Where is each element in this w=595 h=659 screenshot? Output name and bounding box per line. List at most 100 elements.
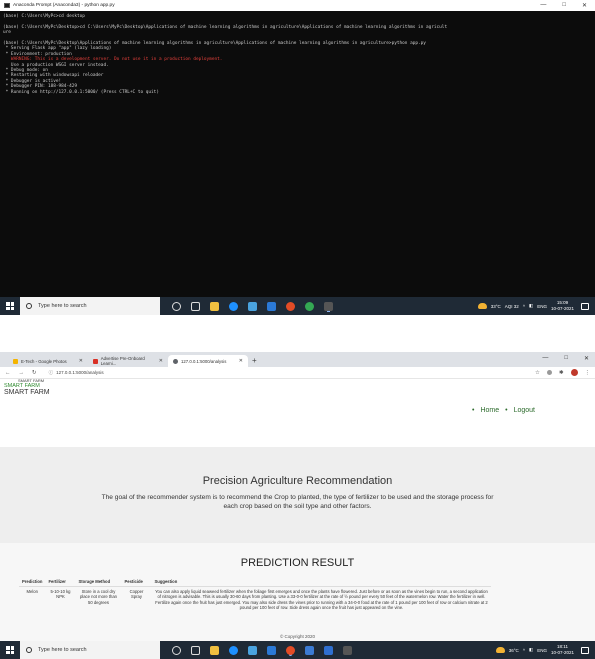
header-fertilizer: Fertilizer	[45, 577, 76, 587]
back-arrow-icon[interactable]: ←	[5, 370, 11, 376]
close-icon[interactable]: ✕	[159, 358, 163, 364]
cell-prediction: Melon	[26, 589, 38, 594]
cortana-icon[interactable]	[172, 301, 181, 311]
cell-pesticide: Copper Spray	[129, 589, 144, 600]
close-icon[interactable]: ✕	[79, 358, 83, 364]
search-placeholder: Type here to search	[38, 303, 87, 309]
clock[interactable]: 18:11 10-07-2021	[551, 644, 574, 656]
photos-icon[interactable]	[305, 645, 314, 655]
notification-icon[interactable]	[581, 646, 589, 654]
gmail-favicon-icon	[93, 358, 98, 364]
profile-avatar[interactable]	[570, 369, 578, 376]
clock-date: 10-07-2021	[550, 650, 574, 655]
header-pesticide: Pesticide	[121, 577, 152, 587]
taskbar-search[interactable]: Type here to search	[20, 297, 160, 315]
notification-icon[interactable]	[581, 302, 589, 310]
photos-favicon-icon	[13, 358, 18, 364]
browser-toolbar: ← → ↻ ⓘ 127.0.0.1:5000/analysis ☆ ✱ ⋮	[0, 367, 595, 379]
weather-temp: 36°C	[508, 647, 519, 653]
table-row: Melon 5-10-10 kg NPK Store in a cool dry…	[19, 587, 491, 613]
edge-icon[interactable]	[229, 645, 238, 655]
tab-label: Advertise Pre-Onboard Learni...	[100, 356, 145, 366]
address-bar[interactable]: ⓘ 127.0.0.1:5000/analysis	[45, 368, 527, 377]
maximize-button[interactable]: □	[564, 355, 568, 362]
site-header: SMART FARM SMART FARM SMART FARM • Home …	[0, 379, 595, 447]
info-icon[interactable]: ⓘ	[49, 370, 54, 376]
menu-kebab-icon[interactable]: ⋮	[585, 370, 591, 376]
hero-title: Precision Agriculture Recommendation	[202, 475, 393, 487]
address-text: 127.0.0.1:5000/analysis	[56, 370, 104, 375]
nav-home-link[interactable]: Home	[480, 407, 499, 414]
tab-label: 127.0.0.1:5000/analysis	[181, 358, 227, 364]
chrome-window: E-Tech - Google Photos ✕ Advertise Pre-O…	[0, 352, 595, 641]
windows-icon	[6, 646, 14, 654]
start-button[interactable]	[0, 297, 20, 315]
edge-icon[interactable]	[229, 301, 238, 311]
cell-fertilizer: 5-10-10 kg NPK	[50, 589, 71, 600]
minimize-button[interactable]: —	[542, 355, 548, 362]
terminal-icon	[4, 3, 10, 8]
header-suggestion: Suggestion	[151, 577, 492, 587]
mail-icon[interactable]	[267, 301, 276, 311]
close-button[interactable]: ✕	[584, 355, 589, 362]
lang-indicator[interactable]: ENG	[537, 648, 547, 653]
terminal-taskbar-icon[interactable]	[324, 301, 333, 311]
store-icon[interactable]	[248, 645, 257, 655]
lang-indicator[interactable]: ENG	[537, 304, 547, 309]
tab-analysis[interactable]: 127.0.0.1:5000/analysis ✕	[168, 355, 248, 367]
clock[interactable]: 15:09 10-07-2021	[551, 300, 574, 312]
forward-arrow-icon[interactable]: →	[19, 370, 25, 376]
file-explorer-icon[interactable]	[210, 301, 219, 311]
web-page: SMART FARM SMART FARM SMART FARM • Home …	[0, 379, 595, 641]
word-icon[interactable]	[324, 645, 333, 655]
chrome-alt-icon[interactable]	[305, 301, 314, 311]
weather-temp: 33°C	[490, 303, 501, 309]
chrome-icon[interactable]	[286, 301, 295, 311]
network-icon[interactable]: ◧	[529, 647, 533, 653]
star-icon[interactable]: ☆	[535, 370, 540, 376]
maximize-button[interactable]: □	[562, 2, 566, 9]
hero-section: Precision Agriculture Recommendation The…	[0, 447, 595, 543]
chevron-up-icon[interactable]: ^	[523, 304, 525, 309]
start-button[interactable]	[0, 641, 20, 659]
network-icon[interactable]: ◧	[529, 303, 533, 309]
close-icon[interactable]: ✕	[239, 358, 243, 364]
taskbar-top: Type here to search 33°C AQI 32 ^ ◧ ENG …	[0, 297, 595, 315]
table-header-row: Prediction Fertilizer Storage Method Pes…	[19, 577, 492, 587]
close-button[interactable]: ✕	[582, 2, 587, 9]
minimize-button[interactable]: —	[540, 2, 546, 9]
console-line: * Running on http://127.0.0.1:5000/ (Pre…	[3, 89, 159, 95]
tab-label: E-Tech - Google Photos	[21, 358, 67, 364]
window-title: Anaconda Prompt (Anaconda3) - python app…	[13, 3, 115, 8]
extension-icon[interactable]	[546, 370, 552, 375]
cell-storage: Store in a cool dry place not more than …	[79, 589, 117, 605]
chrome-icon[interactable]	[286, 645, 295, 655]
anaconda-prompt-window: Anaconda Prompt (Anaconda3) - python app…	[0, 0, 595, 297]
cortana-icon[interactable]	[172, 645, 181, 655]
task-view-icon[interactable]	[191, 645, 200, 655]
mail-icon[interactable]	[267, 645, 276, 655]
result-title: PREDICTION RESULT	[240, 557, 355, 569]
nav-menu: • Home • Logout	[471, 407, 535, 414]
result-section: PREDICTION RESULT Prediction Fertilizer …	[0, 543, 595, 641]
task-view-icon[interactable]	[191, 301, 200, 311]
weather-icon[interactable]	[495, 647, 505, 653]
aqi-text: AQI 32	[504, 303, 519, 309]
console-output[interactable]: (base) C:\Users\MyPc>cd desktop (base) C…	[0, 11, 595, 98]
prediction-table: Prediction Fertilizer Storage Method Pes…	[19, 577, 492, 613]
puzzle-icon[interactable]: ✱	[559, 370, 564, 376]
terminal-taskbar-icon[interactable]	[343, 645, 352, 655]
window-title-bar[interactable]: Anaconda Prompt (Anaconda3) - python app…	[0, 0, 595, 11]
brand-title: SMART FARM	[4, 389, 50, 396]
tab-advertise[interactable]: Advertise Pre-Onboard Learni... ✕	[88, 355, 168, 367]
windows-icon	[6, 302, 14, 310]
nav-logout-link[interactable]: Logout	[514, 407, 535, 414]
tab-google-photos[interactable]: E-Tech - Google Photos ✕	[8, 355, 88, 367]
chevron-up-icon[interactable]: ^	[523, 648, 525, 653]
taskbar-search[interactable]: Type here to search	[20, 641, 160, 659]
file-explorer-icon[interactable]	[210, 645, 219, 655]
new-tab-button[interactable]: +	[252, 356, 257, 365]
weather-icon[interactable]	[477, 303, 487, 309]
store-icon[interactable]	[248, 301, 257, 311]
reload-icon[interactable]: ↻	[32, 370, 37, 376]
